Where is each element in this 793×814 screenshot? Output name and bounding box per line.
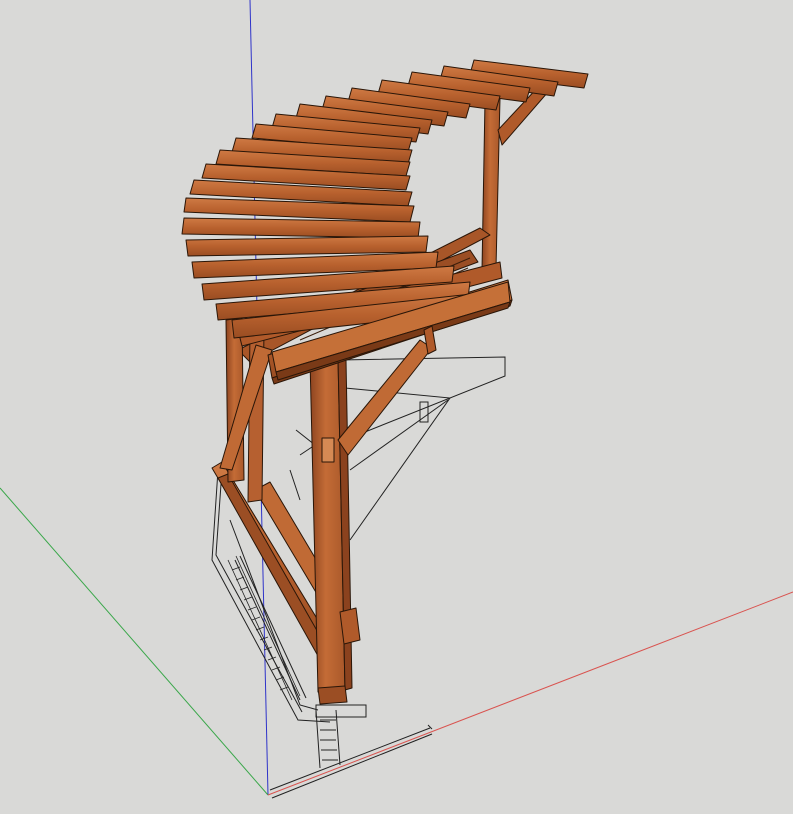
green-axis xyxy=(0,487,269,796)
scene-canvas[interactable] xyxy=(0,0,793,814)
pergola-model[interactable] xyxy=(181,59,589,705)
back-post-right[interactable] xyxy=(481,84,549,271)
modeling-viewport[interactable] xyxy=(0,0,793,814)
